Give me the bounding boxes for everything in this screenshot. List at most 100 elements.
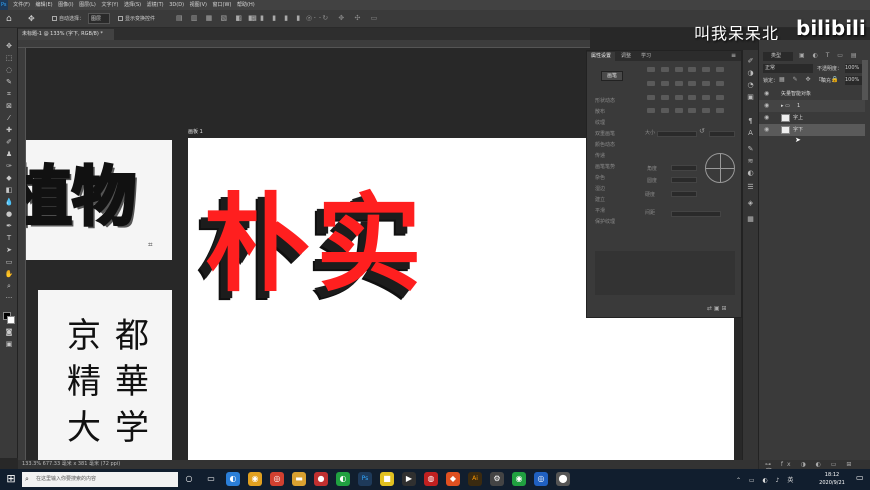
image-panel-icon[interactable]: ▣ <box>746 94 755 101</box>
brush-tip[interactable] <box>702 94 711 100</box>
brush-tip[interactable] <box>674 67 683 72</box>
artboard-label[interactable]: 画板 1 <box>188 128 203 135</box>
more-tools-icon[interactable]: ··· <box>4 294 14 302</box>
brush-panel-icon[interactable]: ✐ <box>746 58 755 65</box>
wechat-icon[interactable]: ◉ <box>512 472 526 486</box>
brush-settings-icon[interactable]: ✎ <box>746 146 755 153</box>
menu-select[interactable]: 选择(S) <box>124 0 141 10</box>
type-panel-icon[interactable]: A <box>746 130 755 137</box>
quick-mask-icon[interactable]: ◙ <box>4 328 14 336</box>
brush-option-dual-brush[interactable]: 双重画笔 <box>595 130 635 139</box>
brush-tip[interactable] <box>716 67 725 72</box>
photoshop-taskbar-icon[interactable]: Ps <box>358 472 372 486</box>
frame-tool-icon[interactable]: ⊠ <box>4 102 14 110</box>
brush-tip[interactable] <box>660 108 669 114</box>
brush-option-build-up[interactable]: 建立 <box>595 196 635 205</box>
paths-panel-icon[interactable]: ▦ <box>746 216 755 223</box>
color-panel-icon[interactable]: ◑ <box>746 70 755 77</box>
menu-image[interactable]: 图像(I) <box>58 0 73 10</box>
eyedropper-tool-icon[interactable]: ⁄ <box>4 114 14 122</box>
layer-row[interactable]: ◉ 字上 <box>759 112 865 124</box>
brush-option-noise[interactable]: 杂色 <box>595 174 635 183</box>
brush-tip[interactable] <box>688 108 697 114</box>
quick-select-tool-icon[interactable]: ✎ <box>4 78 14 86</box>
zoom-tool-icon[interactable]: ⌕ <box>4 282 14 290</box>
screen-mode-icon[interactable]: ▣ <box>4 340 14 348</box>
fill-field[interactable]: 100% <box>845 76 863 85</box>
cortana-icon[interactable]: ○ <box>182 472 196 486</box>
tray-icons[interactable]: ⌃ ▭ ◐ ♪ 英 <box>736 475 796 484</box>
roundness-field[interactable] <box>671 177 697 183</box>
wechat-work-icon[interactable]: ◐ <box>226 472 240 486</box>
brush-tip[interactable] <box>660 67 669 72</box>
type-tool-icon[interactable]: T <box>4 234 14 242</box>
brush-option-protect-texture[interactable]: 保护纹理 <box>595 218 635 227</box>
history-brush-icon[interactable]: ✑ <box>4 162 14 170</box>
crop-tool-icon[interactable]: ⌗ <box>4 90 14 98</box>
layers-panel-icon[interactable]: ☰ <box>746 184 755 191</box>
panel-footer-icons[interactable]: ⇄ ▣ ⊞ <box>707 305 727 312</box>
brush-tip[interactable] <box>647 80 655 86</box>
layer-group-row[interactable]: ◉ ▸ ▭ 1 <box>759 100 865 112</box>
brush-tip[interactable] <box>647 67 655 72</box>
tab-learn[interactable]: 学习 <box>637 52 655 61</box>
gradient-panel-icon[interactable]: ◐ <box>746 170 755 177</box>
menu-3d[interactable]: 3D(D) <box>169 0 184 10</box>
brush-tip[interactable] <box>702 80 711 86</box>
filter-icons[interactable]: ▣ ◐ T ▭ ▤ <box>799 52 860 59</box>
menu-type[interactable]: 文字(Y) <box>101 0 118 10</box>
app-red-icon[interactable]: ● <box>314 472 328 486</box>
visibility-eye-icon[interactable]: ◉ <box>764 124 769 136</box>
paragraph-icon[interactable]: ¶ <box>746 118 755 125</box>
eraser-tool-icon[interactable]: ◆ <box>4 174 14 182</box>
taskbar-clock[interactable]: 18:12 2020/9/21 <box>812 471 852 487</box>
auto-select-checkbox[interactable] <box>52 16 57 21</box>
menu-file[interactable]: 文件(F) <box>13 0 30 10</box>
ps-logo-icon[interactable]: Ps <box>0 0 8 10</box>
opacity-field[interactable]: 100% <box>845 64 863 73</box>
brush-tip[interactable] <box>660 80 669 86</box>
tab-brush-settings[interactable]: 属性设置 <box>587 52 616 61</box>
filter-kind-dropdown[interactable]: 类型 <box>763 52 793 61</box>
app-gray-icon[interactable]: ⬤ <box>556 472 570 486</box>
visibility-eye-icon[interactable]: ◉ <box>764 112 769 124</box>
panel-menu-icon[interactable]: ≡ <box>731 52 736 59</box>
brush-tip[interactable] <box>716 108 725 114</box>
menu-filter[interactable]: 滤镜(T) <box>147 0 164 10</box>
visibility-eye-icon[interactable]: ◉ <box>764 88 769 100</box>
move-tool-icon[interactable]: ✥ <box>28 14 35 23</box>
size-field[interactable] <box>709 131 735 137</box>
brush-tip[interactable] <box>702 67 711 72</box>
tab-adjustments[interactable]: 调整 <box>617 52 635 61</box>
menu-view[interactable]: 视图(V) <box>190 0 207 10</box>
brush-option-wet-edges[interactable]: 湿边 <box>595 185 635 194</box>
netease-music-icon[interactable]: ◍ <box>424 472 438 486</box>
windows-start-icon[interactable]: ⊞ <box>4 472 18 486</box>
angle-field[interactable] <box>671 165 697 171</box>
brush-tip[interactable] <box>716 80 725 86</box>
brush-tool-icon[interactable]: ✐ <box>4 138 14 146</box>
shape-tool-icon[interactable]: ▭ <box>4 258 14 266</box>
brush-preset-grid[interactable] <box>647 67 727 119</box>
chrome-icon[interactable]: ◎ <box>270 472 284 486</box>
hardness-field[interactable] <box>671 191 697 197</box>
app-blue-icon[interactable]: ◎ <box>534 472 548 486</box>
app-yellow-icon[interactable]: ■ <box>380 472 394 486</box>
healing-tool-icon[interactable]: ✚ <box>4 126 14 134</box>
background-color-swatch[interactable] <box>7 316 15 324</box>
path-select-tool-icon[interactable]: ➤ <box>4 246 14 254</box>
app-media-icon[interactable]: ▶ <box>402 472 416 486</box>
brush-tip[interactable] <box>647 108 655 114</box>
show-transform-checkbox[interactable] <box>118 16 123 21</box>
pen-tool-icon[interactable]: ✒ <box>4 222 14 230</box>
brush-option-texture[interactable]: 纹理 <box>595 119 635 128</box>
app-green-icon[interactable]: ◐ <box>336 472 350 486</box>
app-orange-icon[interactable]: ◆ <box>446 472 460 486</box>
auto-select-dropdown[interactable]: 图层 <box>88 13 110 24</box>
notification-icon[interactable]: ▭ <box>856 473 866 485</box>
channels-panel-icon[interactable]: ◈ <box>746 200 755 207</box>
brush-tip[interactable] <box>674 94 683 100</box>
menu-window[interactable]: 窗口(W) <box>213 0 232 10</box>
blend-mode-dropdown[interactable]: 正常 <box>763 64 813 73</box>
brush-tip[interactable] <box>647 94 655 100</box>
